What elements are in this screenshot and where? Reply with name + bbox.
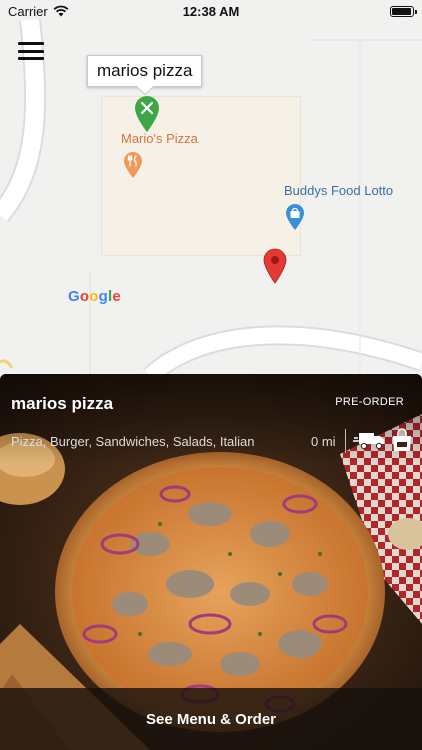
fork-knife-pin-icon[interactable] xyxy=(123,151,143,179)
battery-level xyxy=(392,7,411,15)
divider xyxy=(345,429,346,453)
restaurant-pin-icon[interactable] xyxy=(134,95,160,133)
hamburger-menu-icon[interactable] xyxy=(18,40,44,62)
status-left: Carrier xyxy=(8,4,69,19)
see-menu-order-button[interactable]: See Menu & Order xyxy=(0,688,422,750)
wifi-icon xyxy=(53,5,69,17)
marios-place-label[interactable]: Mario's Pizza xyxy=(121,131,198,146)
restaurant-name: marios pizza xyxy=(11,394,114,413)
carrier-label: Carrier xyxy=(8,3,48,19)
battery-icon xyxy=(390,5,417,17)
distance-label: 0 mi xyxy=(311,434,336,449)
preorder-badge: PRE-ORDER xyxy=(335,396,404,408)
map-view[interactable]: marios pizza Mario's Pizza Buddys Food L… xyxy=(0,0,422,376)
status-bar: Carrier 12:38 AM xyxy=(0,0,422,22)
cuisine-list: Pizza, Burger, Sandwiches, Salads, Itali… xyxy=(11,434,255,449)
map-callout[interactable]: marios pizza xyxy=(87,55,203,87)
google-attribution[interactable]: Google xyxy=(68,288,121,305)
restaurant-card[interactable]: marios pizza PRE-ORDER Pizza, Burger, Sa… xyxy=(0,374,422,750)
shopping-bag-icon xyxy=(393,428,411,451)
card-shade xyxy=(0,374,422,464)
google-logo-text: Google xyxy=(68,288,121,305)
shopping-pin-icon[interactable] xyxy=(285,203,305,231)
delivery-truck-icon xyxy=(353,433,384,450)
location-pin-icon[interactable] xyxy=(263,248,287,284)
buddys-place-label[interactable]: Buddys Food Lotto xyxy=(284,183,393,198)
